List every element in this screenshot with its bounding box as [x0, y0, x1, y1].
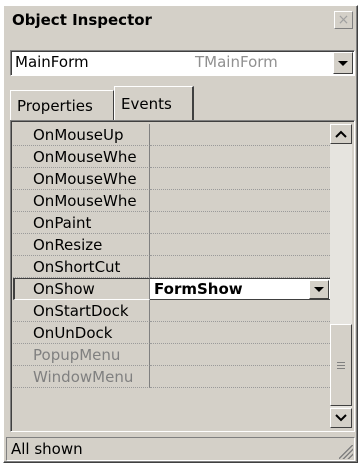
- event-handler-cell[interactable]: [150, 190, 330, 212]
- event-row[interactable]: PopupMenu: [13, 344, 330, 366]
- handler-dropdown-button[interactable]: [309, 280, 329, 299]
- event-handler-value: FormShow: [154, 280, 243, 298]
- event-handler-cell[interactable]: [150, 124, 330, 146]
- chevron-down-icon: [335, 414, 347, 422]
- triangle-down-icon: [338, 60, 348, 66]
- event-row[interactable]: OnResize: [13, 234, 330, 256]
- event-name: OnMouseWhe: [13, 168, 150, 190]
- event-handler-cell[interactable]: [150, 212, 330, 234]
- event-row[interactable]: OnMouseUp: [13, 124, 330, 146]
- scrollbar-thumb[interactable]: [330, 324, 352, 406]
- component-type: TMainForm: [195, 53, 278, 71]
- event-handler-cell[interactable]: [150, 234, 330, 256]
- close-button[interactable]: ×: [334, 11, 353, 29]
- title-bar[interactable]: Object Inspector ×: [8, 8, 353, 32]
- event-handler-cell[interactable]: [150, 344, 330, 366]
- event-row[interactable]: OnMouseWhe: [13, 146, 330, 168]
- component-name: MainForm: [15, 53, 89, 71]
- event-row-selected[interactable]: OnShow FormShow: [13, 278, 330, 300]
- event-name: OnMouseUp: [13, 124, 150, 146]
- event-rows: OnMouseUp OnMouseWhe OnMouseWhe OnMouseW…: [13, 124, 330, 388]
- status-bar: All shown: [6, 437, 355, 461]
- event-name: OnMouseWhe: [13, 190, 150, 212]
- object-inspector-window: Object Inspector × MainForm TMainForm Pr…: [3, 5, 358, 463]
- event-handler-cell[interactable]: [150, 146, 330, 168]
- event-row[interactable]: OnShortCut: [13, 256, 330, 278]
- event-name: PopupMenu: [13, 344, 150, 366]
- event-name: OnResize: [13, 234, 150, 256]
- event-handler-cell[interactable]: [150, 322, 330, 344]
- event-name: OnPaint: [13, 212, 150, 234]
- event-name: OnShow: [13, 278, 150, 300]
- window-title: Object Inspector: [12, 11, 152, 29]
- event-name: OnStartDock: [13, 300, 150, 322]
- event-name: WindowMenu: [13, 366, 150, 388]
- event-row[interactable]: WindowMenu: [13, 366, 330, 388]
- component-dropdown-button[interactable]: [333, 52, 353, 74]
- event-row[interactable]: OnMouseWhe: [13, 190, 330, 212]
- triangle-down-icon: [314, 287, 324, 292]
- event-handler-cell[interactable]: [150, 300, 330, 322]
- event-row[interactable]: OnMouseWhe: [13, 168, 330, 190]
- event-row[interactable]: OnStartDock: [13, 300, 330, 322]
- scroll-up-button[interactable]: [330, 124, 352, 144]
- tab-properties[interactable]: Properties: [10, 90, 114, 120]
- grip-icon: [337, 361, 345, 369]
- event-handler-cell[interactable]: [150, 366, 330, 388]
- event-name: OnMouseWhe: [13, 146, 150, 168]
- event-row[interactable]: OnUnDock: [13, 322, 330, 344]
- tab-strip: Properties Events: [10, 84, 355, 120]
- tab-events[interactable]: Events: [114, 86, 194, 120]
- event-name: OnShortCut: [13, 256, 150, 278]
- event-name: OnUnDock: [13, 322, 150, 344]
- event-row[interactable]: OnPaint: [13, 212, 330, 234]
- events-grid: OnMouseUp OnMouseWhe OnMouseWhe OnMouseW…: [10, 120, 355, 432]
- tab-label: Events: [121, 94, 172, 113]
- vertical-scrollbar[interactable]: [330, 124, 352, 428]
- component-selector[interactable]: MainForm TMainForm: [10, 50, 355, 76]
- event-handler-cell[interactable]: [150, 256, 330, 278]
- event-handler-input[interactable]: FormShow: [150, 278, 330, 300]
- close-icon: ×: [337, 12, 350, 28]
- chevron-up-icon: [335, 130, 347, 138]
- resize-grip-icon[interactable]: [339, 445, 353, 459]
- scroll-down-button[interactable]: [330, 408, 352, 428]
- event-handler-cell[interactable]: [150, 168, 330, 190]
- tab-label: Properties: [17, 96, 93, 115]
- status-text: All shown: [11, 440, 83, 458]
